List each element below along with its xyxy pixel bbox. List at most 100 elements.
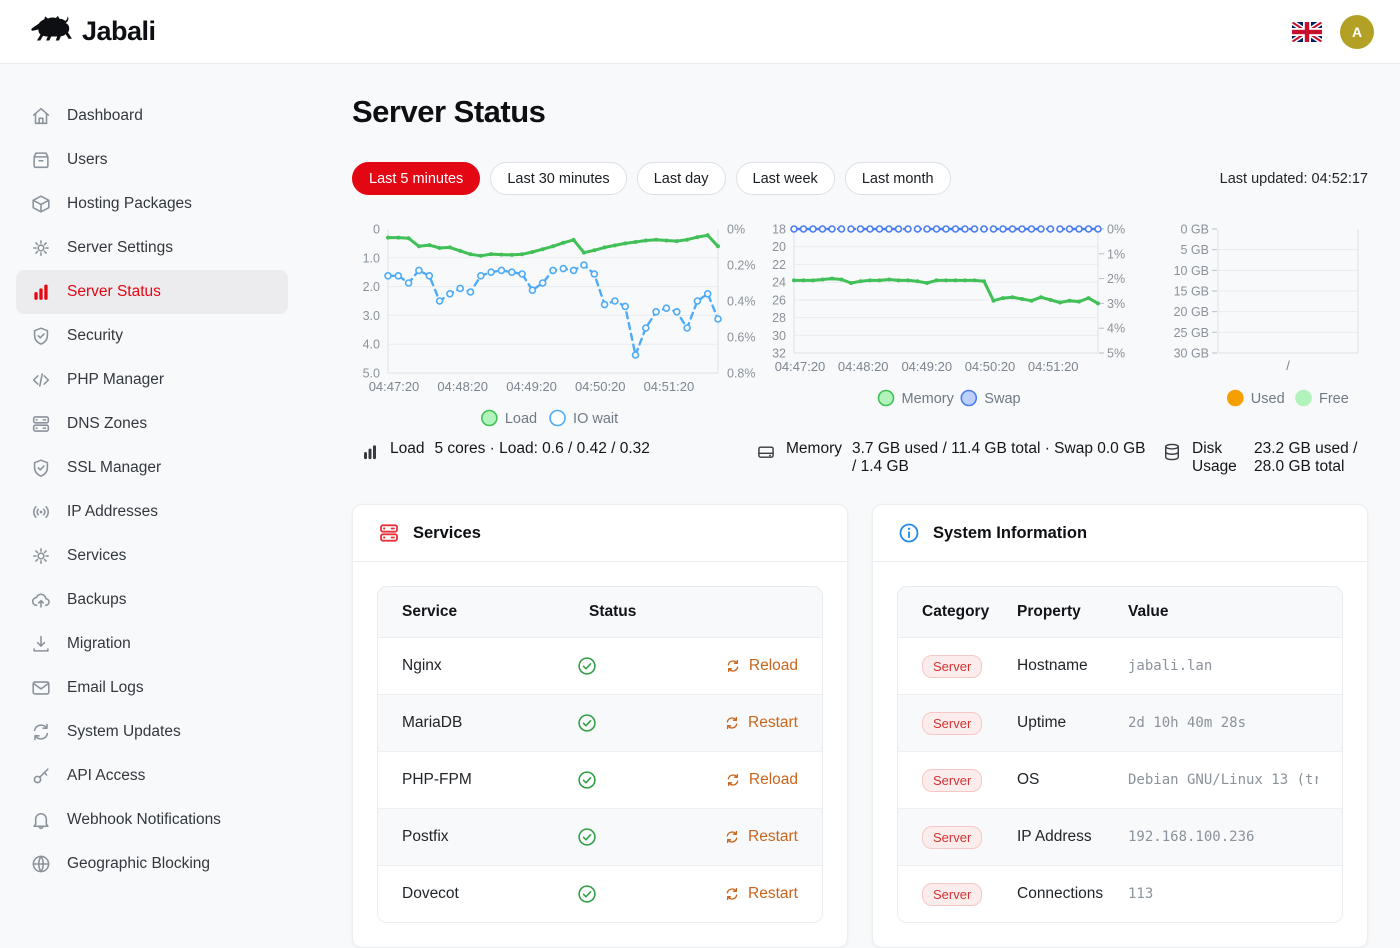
sidebar-item-backups[interactable]: Backups xyxy=(16,578,288,622)
code-icon xyxy=(30,369,52,391)
sidebar-item-server-status[interactable]: Server Status xyxy=(16,270,288,314)
sidebar-item-label: PHP Manager xyxy=(67,371,164,389)
svg-text:0%: 0% xyxy=(1107,223,1125,237)
gear-icon xyxy=(30,545,52,567)
mail-icon xyxy=(30,677,52,699)
brand-link[interactable]: Jabali xyxy=(26,11,156,52)
key-icon xyxy=(30,765,52,787)
sidebar-item-system-updates[interactable]: System Updates xyxy=(16,710,288,754)
refresh-icon xyxy=(725,772,741,788)
svg-text:04:49:20: 04:49:20 xyxy=(901,359,952,374)
service-restart-button[interactable]: Restart xyxy=(724,885,798,903)
service-status-running xyxy=(576,769,725,791)
svg-text:1.0: 1.0 xyxy=(363,251,380,265)
sidebar-item-webhook-notifications[interactable]: Webhook Notifications xyxy=(16,798,288,842)
summary-value: 5 cores · Load: 0.6 / 0.42 / 0.32 xyxy=(434,440,649,458)
bell-icon xyxy=(30,809,52,831)
summary-label: Memory xyxy=(786,440,842,458)
sidebar-item-hosting-packages[interactable]: Hosting Packages xyxy=(16,182,288,226)
svg-text:3.0: 3.0 xyxy=(363,309,380,323)
range-button-last-month[interactable]: Last month xyxy=(845,162,951,195)
service-status-running xyxy=(576,712,724,734)
check-circle-icon xyxy=(576,712,598,734)
summary-memory: Memory 3.7 GB used / 11.4 GB total · Swap… xyxy=(756,440,1162,476)
service-status-running xyxy=(576,883,724,905)
summary-label: Disk Usage xyxy=(1192,440,1244,476)
summary-value: 3.7 GB used / 11.4 GB total · Swap 0.0 G… xyxy=(852,440,1152,476)
range-button-last-30-minutes[interactable]: Last 30 minutes xyxy=(490,162,626,195)
load-chart: 01.02.03.04.05.00%0.2%0.4%0.6%0.8%04:47:… xyxy=(352,215,756,438)
action-label: Reload xyxy=(749,771,798,789)
svg-text:10 GB: 10 GB xyxy=(1174,264,1209,278)
refresh-icon xyxy=(30,721,52,743)
services-col-header: Status xyxy=(589,603,749,621)
main-content: Server Status Last 5 minutes Last 30 minu… xyxy=(304,64,1400,900)
time-range-controls: Last 5 minutes Last 30 minutes Last day Las… xyxy=(352,162,1368,195)
sidebar-item-migration[interactable]: Migration xyxy=(16,622,288,666)
sidebar-item-label: DNS Zones xyxy=(67,415,147,433)
service-reload-button[interactable]: Reload xyxy=(725,771,798,789)
sidebar-item-dashboard[interactable]: Dashboard xyxy=(16,94,288,138)
service-restart-button[interactable]: Restart xyxy=(724,714,798,732)
svg-text:26: 26 xyxy=(772,293,786,307)
sidebar-item-label: Dashboard xyxy=(67,107,143,125)
sidebar-item-geographic-blocking[interactable]: Geographic Blocking xyxy=(16,842,288,886)
range-button-last-week[interactable]: Last week xyxy=(736,162,835,195)
service-reload-button[interactable]: Reload xyxy=(725,657,798,675)
refresh-icon xyxy=(724,829,740,845)
sidebar-item-api-access[interactable]: API Access xyxy=(16,754,288,798)
svg-text:28: 28 xyxy=(772,311,786,325)
svg-text:4%: 4% xyxy=(1107,322,1125,336)
sidebar-item-label: Backups xyxy=(67,591,126,609)
range-button-last-day[interactable]: Last day xyxy=(637,162,726,195)
sysinfo-row-uptime: ServerUptime2d 10h 40m 28s xyxy=(898,694,1342,751)
disk-chart: 0 GB5 GB10 GB15 GB20 GB25 GB30 GB/UsedFr… xyxy=(1162,215,1368,438)
service-name: Nginx xyxy=(402,657,576,675)
service-status-running xyxy=(576,826,724,848)
service-restart-button[interactable]: Restart xyxy=(724,828,798,846)
property-value: jabali.lan xyxy=(1128,658,1318,674)
svg-text:2%: 2% xyxy=(1107,272,1125,286)
property-name: OS xyxy=(1017,771,1128,789)
sidebar-item-server-settings[interactable]: Server Settings xyxy=(16,226,288,270)
system-information-table-header: CategoryPropertyValue xyxy=(898,587,1342,637)
language-flag-uk-icon[interactable] xyxy=(1292,22,1322,42)
database-icon xyxy=(1162,442,1182,462)
sidebar-item-security[interactable]: Security xyxy=(16,314,288,358)
archive-icon xyxy=(30,149,52,171)
svg-text:0.4%: 0.4% xyxy=(727,295,756,309)
svg-text:30: 30 xyxy=(772,329,786,343)
range-button-last-5-minutes[interactable]: Last 5 minutes xyxy=(352,162,480,195)
sysinfo-col-header: Category xyxy=(922,603,1017,621)
sidebar-item-ip-addresses[interactable]: IP Addresses xyxy=(16,490,288,534)
chart-bars-icon xyxy=(360,442,380,462)
svg-text:5 GB: 5 GB xyxy=(1181,243,1210,257)
services-table: ServiceStatusNginxReloadMariaDBRestartPH… xyxy=(377,586,823,923)
svg-text:0.8%: 0.8% xyxy=(727,367,756,381)
service-name: MariaDB xyxy=(402,714,576,732)
home-icon xyxy=(30,105,52,127)
svg-text:Memory: Memory xyxy=(902,391,955,407)
check-circle-icon xyxy=(576,883,598,905)
sidebar-item-services[interactable]: Services xyxy=(16,534,288,578)
gear-icon xyxy=(30,237,52,259)
services-server-stack-icon xyxy=(377,521,401,545)
svg-text:Free: Free xyxy=(1319,391,1349,407)
svg-text:/: / xyxy=(1286,358,1290,373)
category-badge: Server xyxy=(922,655,982,678)
services-card: Services ServiceStatusNginxReloadMariaDB… xyxy=(352,504,848,948)
svg-text:04:50:20: 04:50:20 xyxy=(965,359,1016,374)
svg-text:0%: 0% xyxy=(727,223,745,237)
sidebar-item-php-manager[interactable]: PHP Manager xyxy=(16,358,288,402)
user-avatar[interactable]: A xyxy=(1340,15,1374,49)
sidebar-item-email-logs[interactable]: Email Logs xyxy=(16,666,288,710)
svg-text:04:47:20: 04:47:20 xyxy=(369,379,420,394)
svg-text:04:48:20: 04:48:20 xyxy=(838,359,889,374)
shield-icon xyxy=(30,457,52,479)
package-icon xyxy=(30,193,52,215)
sidebar-item-ssl-manager[interactable]: SSL Manager xyxy=(16,446,288,490)
sidebar-item-users[interactable]: Users xyxy=(16,138,288,182)
download-icon xyxy=(30,633,52,655)
sidebar-item-dns-zones[interactable]: DNS Zones xyxy=(16,402,288,446)
summary-label: Load xyxy=(390,440,424,458)
